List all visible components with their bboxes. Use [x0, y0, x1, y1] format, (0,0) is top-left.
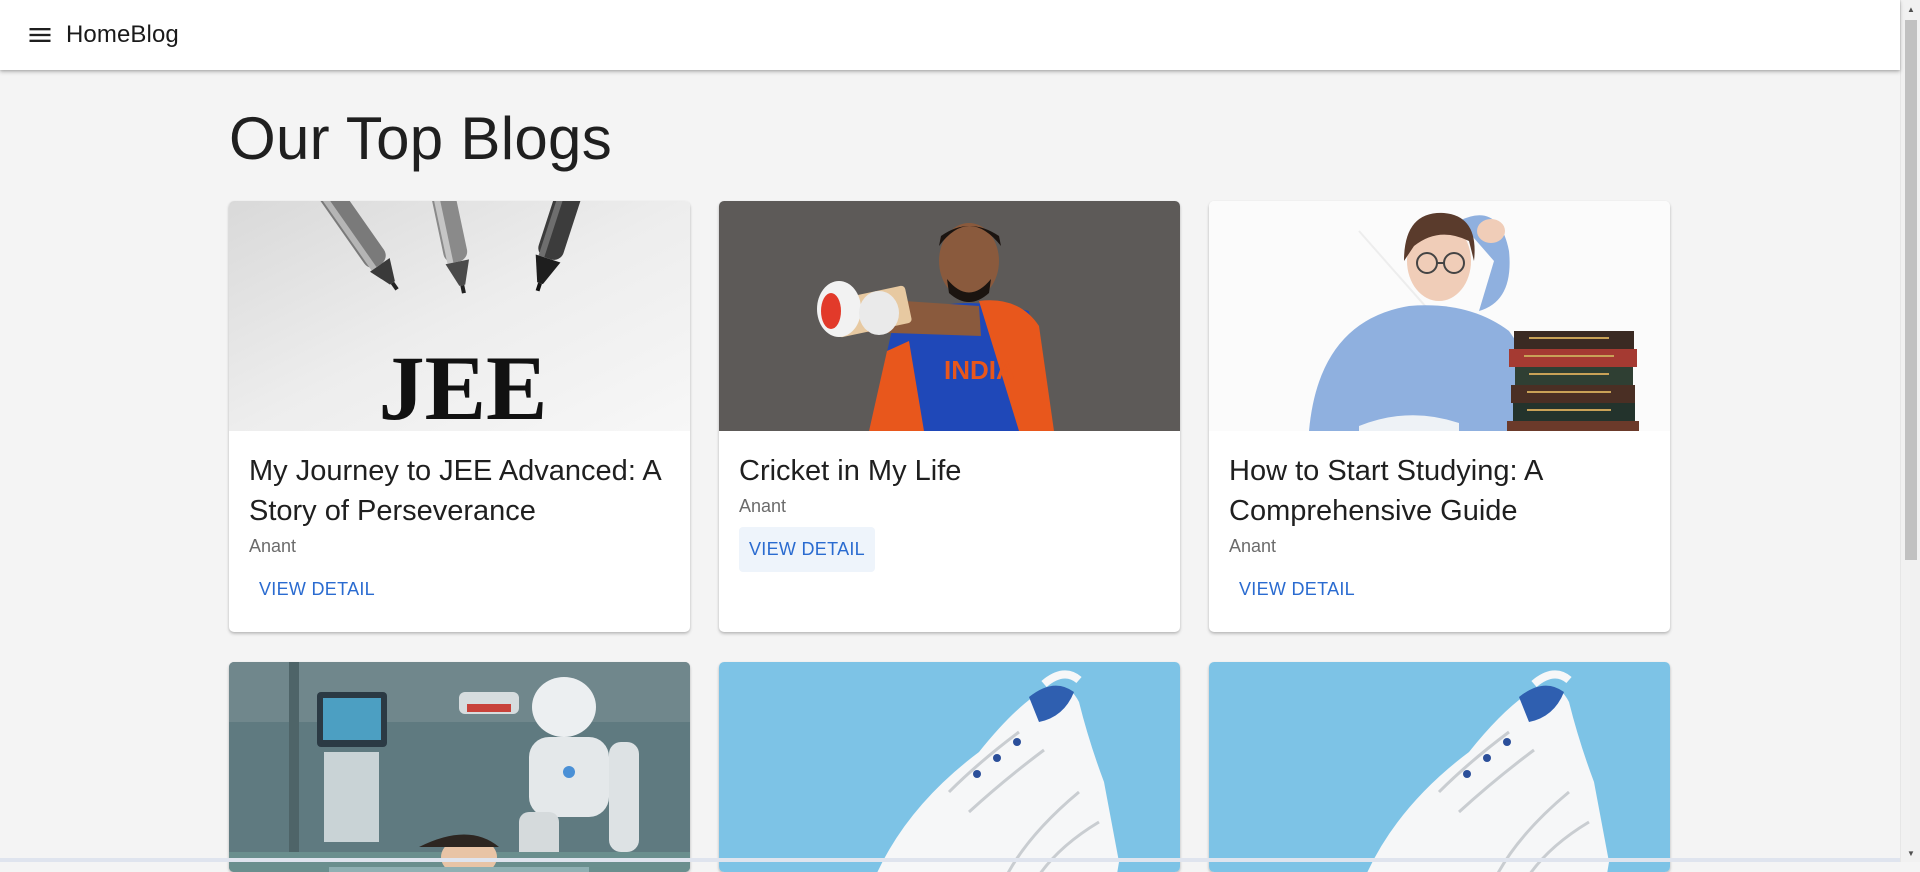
card-author: Anant	[739, 496, 787, 516]
jee-image-text: JEE	[379, 337, 548, 431]
menu-icon	[29, 28, 51, 42]
blog-card: JEE My Journey to JEE Advanced: A Story …	[229, 201, 690, 632]
scroll-down-icon[interactable]: ▼	[1901, 844, 1920, 862]
brand-title[interactable]: HomeBlog	[66, 21, 179, 49]
bottom-divider	[0, 858, 1900, 862]
blog-card	[719, 662, 1180, 872]
card-author: Anant	[1229, 536, 1277, 556]
menu-button[interactable]	[20, 15, 60, 55]
blog-card	[229, 662, 690, 872]
scroll-up-icon[interactable]: ▲	[1901, 0, 1920, 18]
card-title: My Journey to JEE Advanced: A Story of P…	[249, 455, 661, 527]
blog-card: INDIA Cricket in My Life Anant VIEW DETA…	[719, 201, 1180, 632]
pens-jee-image: JEE	[229, 201, 690, 431]
blog-card: How to Start Studying: A Comprehensive G…	[1209, 201, 1670, 632]
jersey-text: INDIA	[944, 355, 1015, 385]
card-author: Anant	[249, 536, 297, 556]
view-detail-button[interactable]: VIEW DETAIL	[249, 567, 385, 612]
page-title: Our Top Blogs	[229, 105, 613, 172]
blog-card	[1209, 662, 1670, 872]
app-bar: HomeBlog	[0, 0, 1900, 70]
vertical-scrollbar[interactable]: ▲ ▼	[1900, 0, 1920, 862]
scrollbar-thumb[interactable]	[1905, 20, 1917, 560]
white-sneaker-image	[719, 662, 1180, 872]
card-title: Cricket in My Life	[739, 455, 962, 487]
white-sneaker-image	[1209, 662, 1670, 872]
robot-hospital-image	[229, 662, 690, 872]
cricketer-image: INDIA	[719, 201, 1180, 431]
card-title: How to Start Studying: A Comprehensive G…	[1229, 455, 1542, 527]
view-detail-button[interactable]: VIEW DETAIL	[1229, 567, 1365, 612]
view-detail-button[interactable]: VIEW DETAIL	[739, 527, 875, 572]
student-books-image	[1209, 201, 1670, 431]
